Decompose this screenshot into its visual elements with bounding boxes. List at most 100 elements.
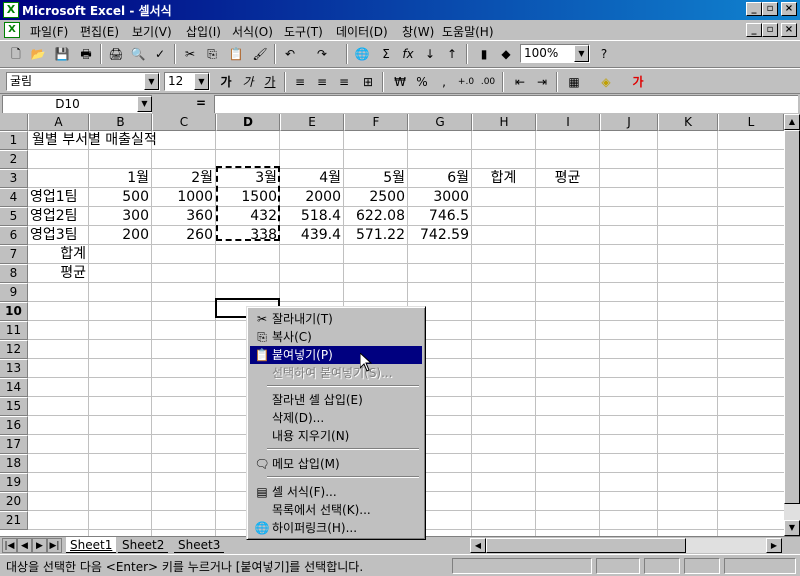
workbook-icon[interactable]: X [4,22,20,38]
column-header-d[interactable]: D [216,114,280,131]
cell-a6[interactable]: 영업3팀 [28,226,80,245]
cell-b5[interactable]: 300 [89,207,151,226]
row-header-21[interactable]: 21 [0,511,28,530]
row-header-16[interactable]: 16 [0,416,28,435]
ctx-format-cells[interactable]: ▤ 셀 서식(F)... [250,483,422,501]
menu-tools[interactable]: 도구(T) [284,23,323,40]
cell-f5[interactable]: 622.08 [344,207,407,226]
cell-f4[interactable]: 2500 [344,188,407,207]
doc-close-button[interactable]: × [781,23,797,37]
cell-a8[interactable]: 평균 [28,264,88,283]
cell-a7[interactable]: 합계 [28,245,88,264]
italic-icon[interactable]: 가 [238,72,258,92]
row-header-7[interactable]: 7 [0,245,28,264]
column-header-b[interactable]: B [89,114,152,131]
column-header-a[interactable]: A [28,114,89,131]
doc-minimize-button[interactable]: _ [746,23,762,37]
sort-descending-icon[interactable]: ↑ [442,44,462,64]
vertical-scrollbar[interactable]: ▲ ▼ [784,114,800,536]
ctx-paste[interactable]: 📋 붙여넣기(P) [250,346,422,364]
cell-c5[interactable]: 360 [152,207,215,226]
cell-g3[interactable]: 6월 [408,169,471,188]
scroll-thumb[interactable] [784,130,800,504]
first-sheet-icon[interactable]: |◀ [2,538,17,553]
formula-input[interactable] [214,95,798,113]
save-icon[interactable]: 💾 [52,44,72,64]
ctx-delete[interactable]: 삭제(D)... [250,409,422,427]
excel-app-icon[interactable]: X [3,2,19,18]
prev-sheet-icon[interactable]: ◀ [17,538,32,553]
decrease-indent-icon[interactable]: ⇤ [510,72,530,92]
chevron-down-icon[interactable]: ▼ [144,73,159,90]
ctx-clear-contents[interactable]: 내용 지우기(N) [250,427,422,445]
zoom-select[interactable]: 100% ▼ [520,44,590,63]
cell-e6[interactable]: 439.4 [280,226,343,245]
align-left-icon[interactable]: ≡ [290,72,310,92]
cell-f3[interactable]: 5월 [344,169,407,188]
borders-icon[interactable]: ▦ [564,72,584,92]
ctx-insert-cut-cells[interactable]: 잘라낸 셀 삽입(E) [250,391,422,409]
print-preview-icon[interactable]: 🔍 [128,44,148,64]
ctx-cut[interactable]: ✂ 잘라내기(T) [250,310,422,328]
scroll-down-icon[interactable]: ▼ [784,520,800,536]
cell-e4[interactable]: 2000 [280,188,343,207]
row-header-9[interactable]: 9 [0,283,28,302]
font-name-select[interactable]: 굴림 ▼ [6,72,160,91]
increase-decimal-icon[interactable]: +.0 [456,72,476,92]
chart-wizard-icon[interactable]: ▮ [474,44,494,64]
autosum-icon[interactable]: Σ [376,44,396,64]
column-header-c[interactable]: C [152,114,216,131]
horizontal-scrollbar[interactable]: ◀ ▶ [470,538,782,553]
cell-b4[interactable]: 500 [89,188,151,207]
help-icon[interactable]: ? [594,44,614,64]
row-header-20[interactable]: 20 [0,492,28,511]
ctx-hyperlink[interactable]: 🌐 하이퍼링크(H)... [250,519,422,537]
row-header-5[interactable]: 5 [0,207,28,226]
fill-color-icon[interactable]: ◈ [596,72,616,92]
new-icon[interactable]: 🗋 [6,44,26,64]
menu-data[interactable]: 데이터(D) [336,23,388,40]
scroll-up-icon[interactable]: ▲ [784,114,800,130]
copy-icon[interactable]: ⎘ [202,44,222,64]
percent-icon[interactable]: % [412,72,432,92]
column-header-h[interactable]: H [472,114,536,131]
row-header-8[interactable]: 8 [0,264,28,283]
column-header-g[interactable]: G [408,114,472,131]
next-sheet-icon[interactable]: ▶ [32,538,47,553]
cell-a4[interactable]: 영업1팀 [28,188,80,207]
row-header-2[interactable]: 2 [0,150,28,169]
paste-icon[interactable]: 📋 [226,44,246,64]
row-header-13[interactable]: 13 [0,359,28,378]
decrease-decimal-icon[interactable]: .00 [478,72,498,92]
merge-center-icon[interactable]: ⊞ [358,72,378,92]
scroll-right-icon[interactable]: ▶ [766,538,782,553]
ctx-pick-from-list[interactable]: 목록에서 선택(K)... [250,501,422,519]
font-size-select[interactable]: 12 ▼ [164,72,210,91]
font-color-icon[interactable]: 가 [628,72,648,92]
restore-button[interactable]: ▫ [762,2,778,16]
row-header-3[interactable]: 3 [0,169,28,188]
chevron-down-icon[interactable]: ▼ [574,45,589,62]
print-icon[interactable]: 🖨 [106,44,126,64]
row-header-17[interactable]: 17 [0,435,28,454]
ctx-insert-comment[interactable]: 🗨 메모 삽입(M) [250,455,422,473]
row-header-12[interactable]: 12 [0,340,28,359]
menu-help[interactable]: 도움말(H) [442,23,494,40]
undo-icon[interactable]: ↶ [280,44,300,64]
row-header-15[interactable]: 15 [0,397,28,416]
increase-indent-icon[interactable]: ⇥ [532,72,552,92]
format-painter-icon[interactable]: 🖌 [250,44,270,64]
row-header-19[interactable]: 19 [0,473,28,492]
currency-icon[interactable]: ₩ [390,72,410,92]
cell-g6[interactable]: 742.59 [408,226,471,245]
sheet-tab-sheet3[interactable]: Sheet3 [174,537,225,553]
select-all-corner[interactable] [0,114,28,131]
menu-file[interactable]: 파일(F) [30,23,68,40]
cell-b6[interactable]: 200 [89,226,151,245]
row-header-4[interactable]: 4 [0,188,28,207]
row-header-1[interactable]: 1 [0,131,28,150]
cell-c6[interactable]: 260 [152,226,215,245]
ctx-copy[interactable]: ⎘ 복사(C) [250,328,422,346]
menu-window[interactable]: 창(W) [402,23,434,40]
column-header-l[interactable]: L [718,114,784,131]
